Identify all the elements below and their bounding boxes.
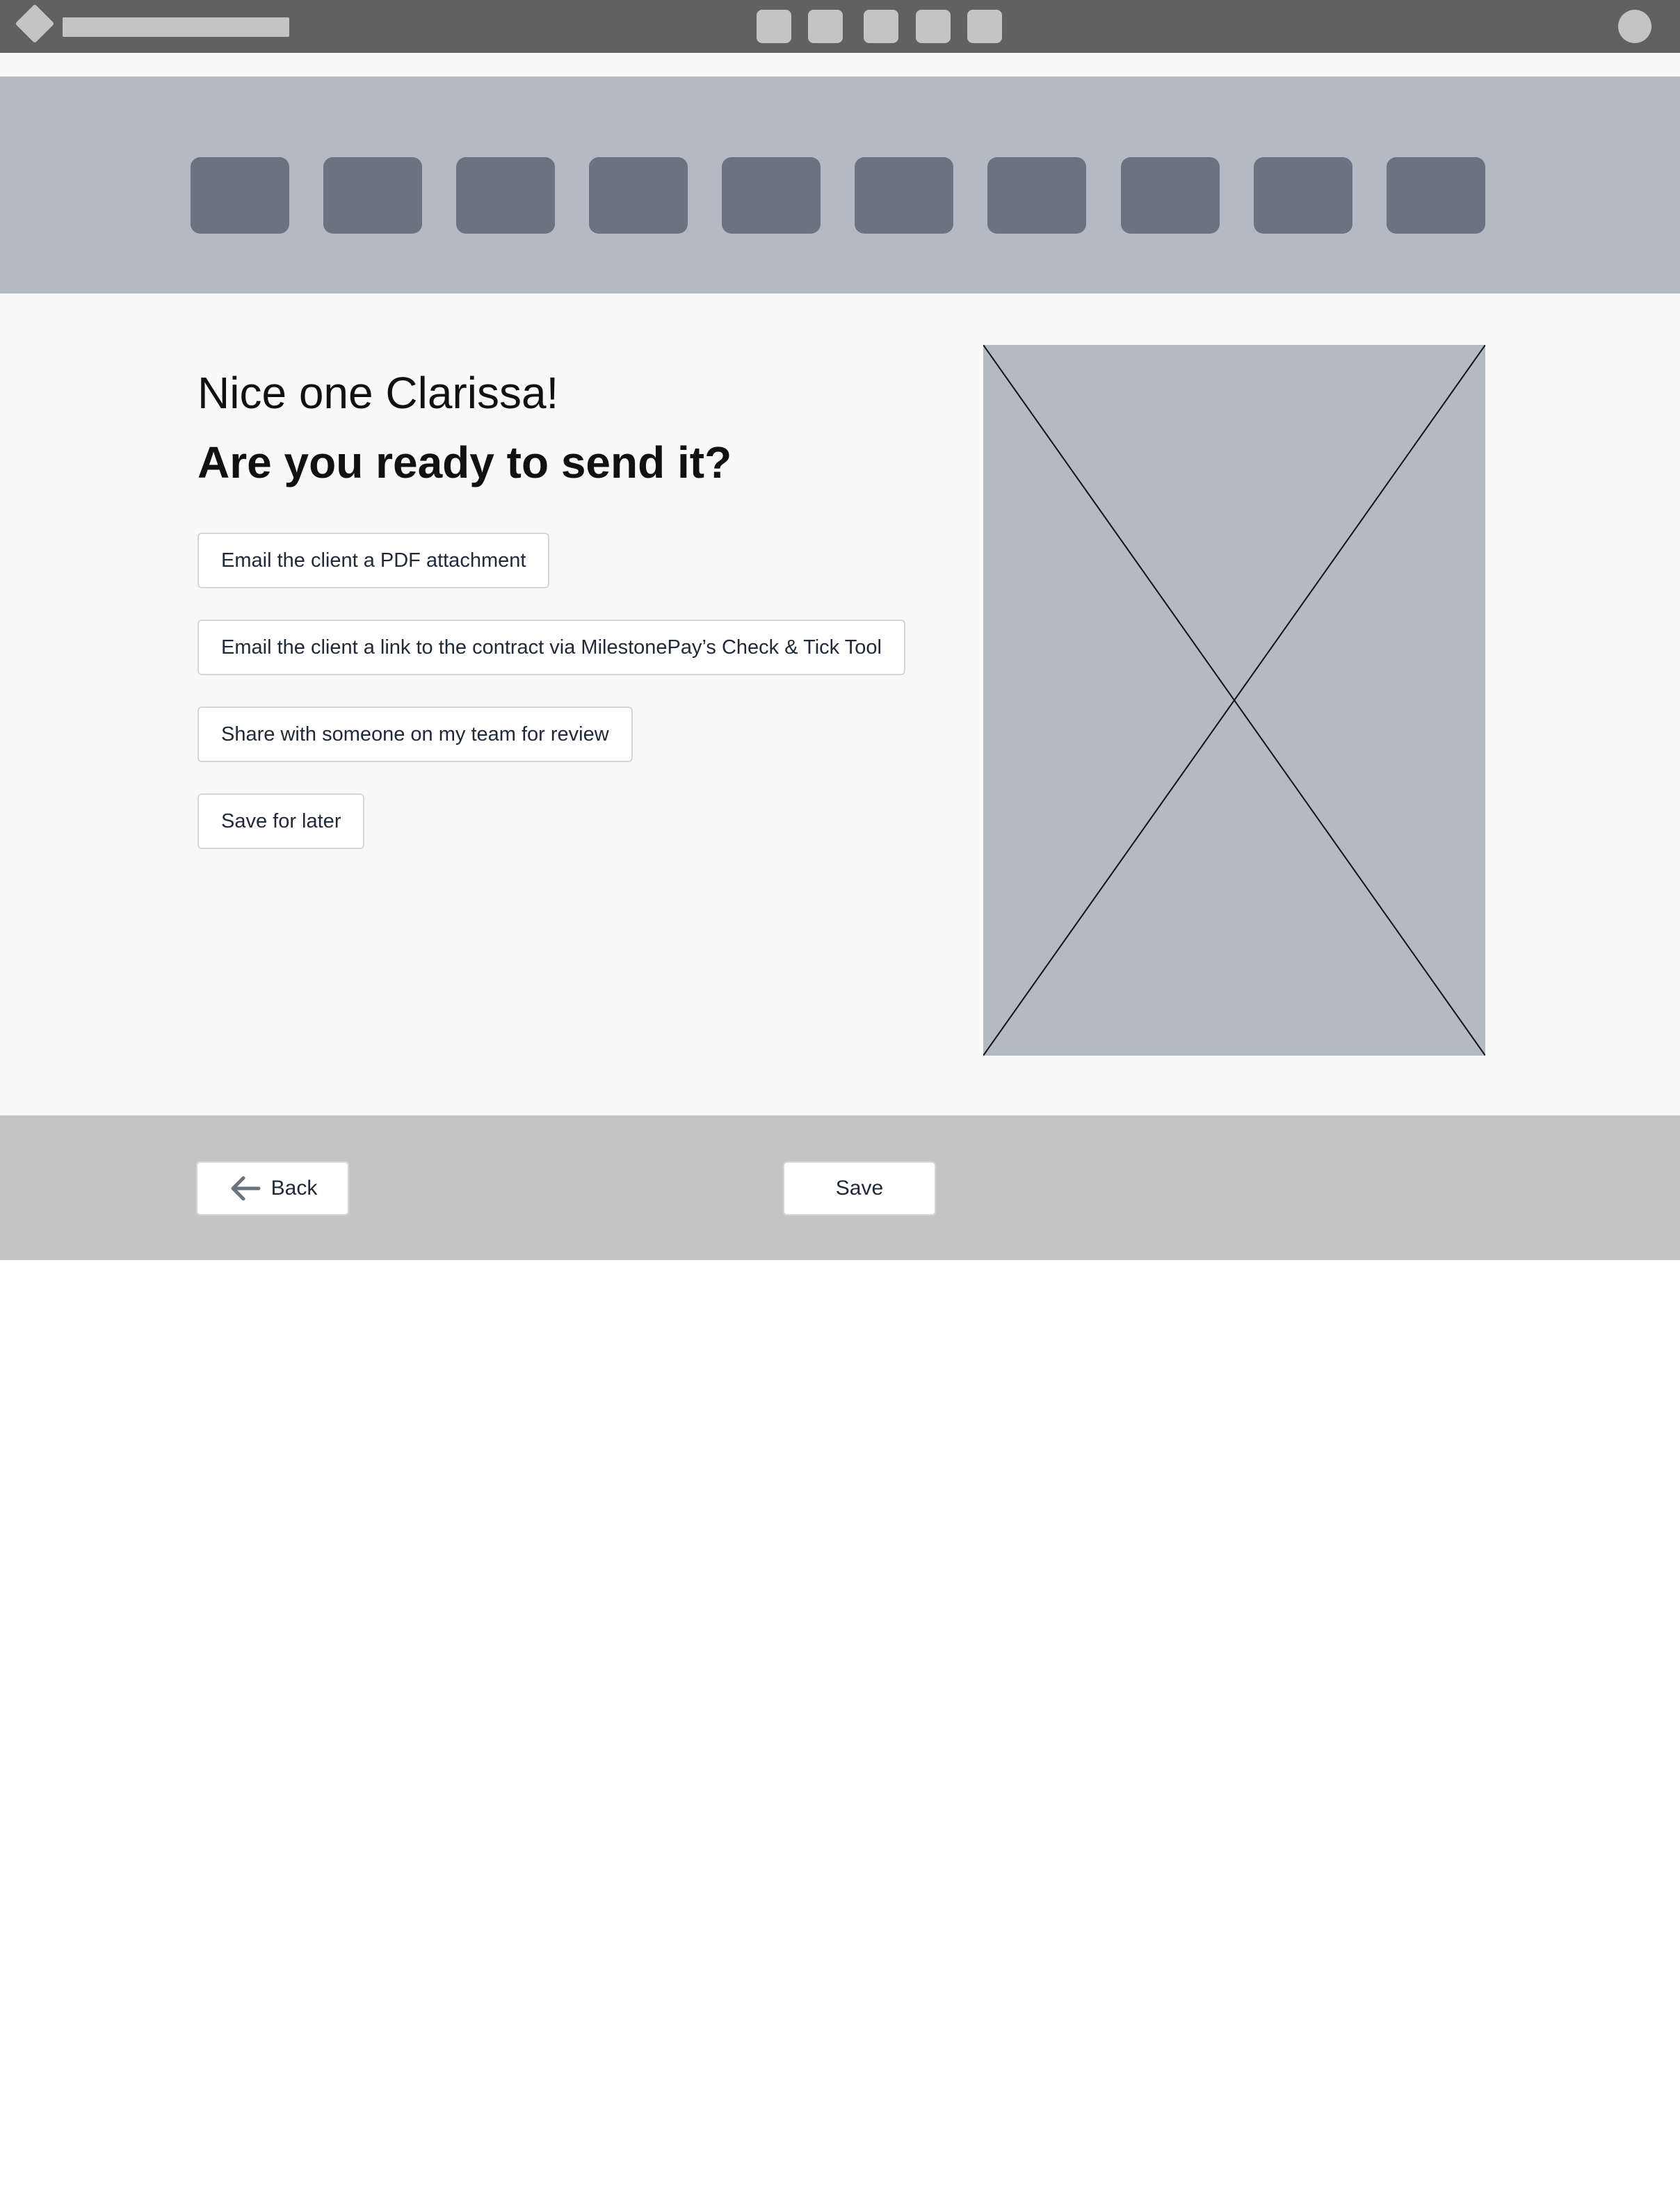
nav-icon-4[interactable]: [916, 10, 951, 43]
save-button[interactable]: Save: [783, 1161, 936, 1216]
step-2[interactable]: [323, 157, 422, 234]
step-8[interactable]: [1121, 157, 1220, 234]
save-for-later-button[interactable]: Save for later: [197, 793, 365, 849]
top-navigation-bar: [0, 0, 1680, 53]
nav-icon-1[interactable]: [757, 10, 791, 43]
app-title-placeholder: [63, 17, 289, 37]
step-3[interactable]: [456, 157, 555, 234]
nav-icon-3[interactable]: [864, 10, 898, 43]
step-5[interactable]: [722, 157, 821, 234]
step-6[interactable]: [855, 157, 953, 234]
nav-icon-5[interactable]: [967, 10, 1002, 43]
step-4[interactable]: [589, 157, 688, 234]
step-7[interactable]: [987, 157, 1086, 234]
nav-icon-2[interactable]: [808, 10, 843, 43]
image-placeholder: [983, 345, 1485, 1056]
page-title: Are you ready to send it?: [197, 437, 732, 487]
save-label: Save: [835, 1177, 884, 1200]
step-10[interactable]: [1387, 157, 1485, 234]
logo-icon[interactable]: [15, 3, 55, 44]
email-link-button[interactable]: Email the client a link to the contract …: [197, 620, 905, 675]
step-1[interactable]: [191, 157, 289, 234]
share-team-button[interactable]: Share with someone on my team for review: [197, 707, 633, 762]
email-pdf-button[interactable]: Email the client a PDF attachment: [197, 533, 550, 588]
back-label: Back: [270, 1177, 318, 1200]
arrow-left-icon: [231, 1176, 261, 1201]
step-9[interactable]: [1254, 157, 1352, 234]
greeting-text: Nice one Clarissa!: [197, 368, 559, 418]
header-spacer: [0, 53, 1680, 76]
placeholder-cross-icon: [983, 345, 1485, 1056]
back-button[interactable]: Back: [196, 1161, 349, 1216]
avatar[interactable]: [1618, 10, 1651, 43]
